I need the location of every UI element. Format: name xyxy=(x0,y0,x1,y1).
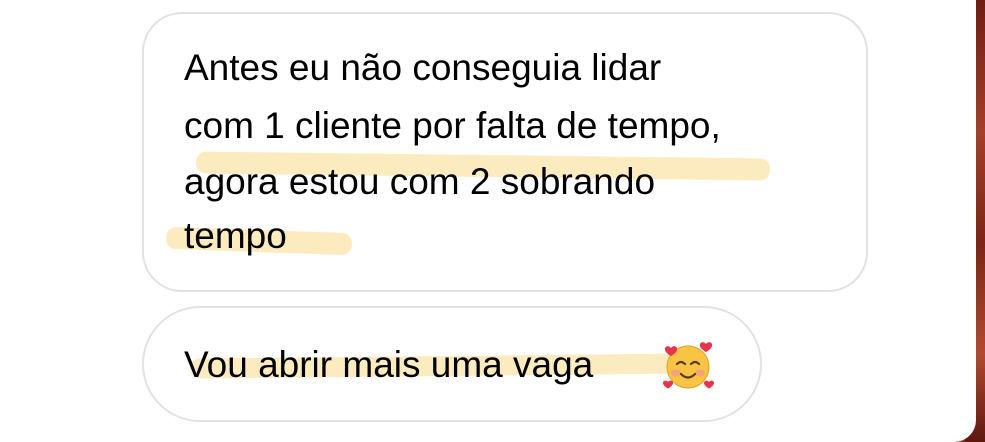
message-text-line: com 1 cliente por falta de tempo, xyxy=(184,105,721,146)
message-text: Vou abrir mais uma vaga xyxy=(184,344,594,385)
message-text-line: Antes eu não conseguia lidar xyxy=(184,47,662,88)
message-text-line: agora estou com 2 sobrando xyxy=(184,161,656,202)
message-text-line: tempo xyxy=(184,215,287,256)
smiling-face-with-hearts-icon xyxy=(662,342,715,389)
chat-panel: Antes eu não conseguia lidar com 1 clien… xyxy=(0,0,976,442)
